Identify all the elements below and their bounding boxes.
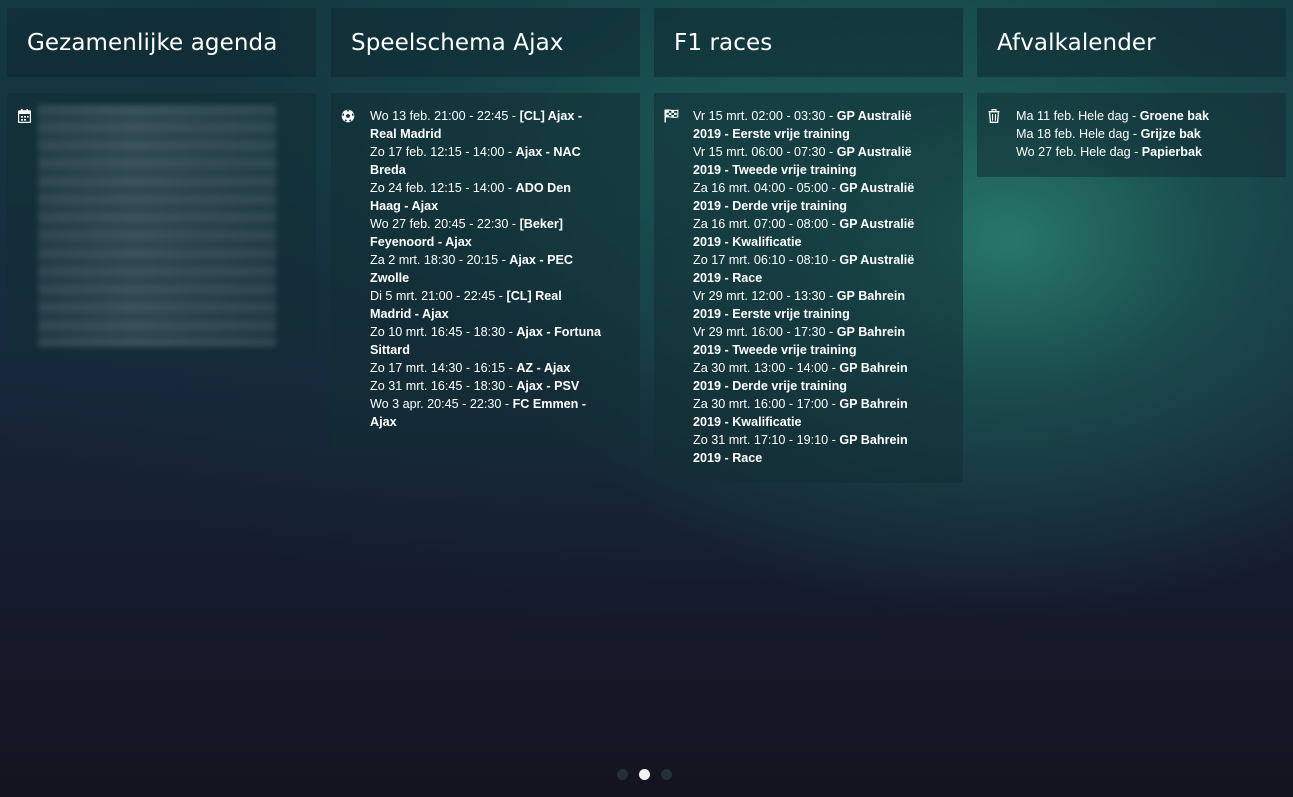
event-item: Wo 3 apr. 20:45 - 22:30 - FC Emmen - Aja… <box>370 395 602 431</box>
event-time: Za 16 mrt. 07:00 - 08:00 - <box>693 217 840 231</box>
event-time: Ma 11 feb. Hele dag - <box>1016 109 1140 123</box>
event-item: Za 16 mrt. 04:00 - 05:00 - GP Australië … <box>693 179 925 215</box>
event-list: Wo 13 feb. 21:00 - 22:45 - [CL] Ajax - R… <box>370 107 630 431</box>
page-dot[interactable] <box>661 769 672 780</box>
calendar-card <box>7 93 316 356</box>
page-dot[interactable] <box>617 769 628 780</box>
event-time: Vr 15 mrt. 02:00 - 03:30 - <box>693 109 837 123</box>
soccer-ball-icon <box>340 108 356 124</box>
event-time: Wo 27 feb. Hele dag - <box>1016 145 1142 159</box>
event-time: Zo 31 mrt. 17:10 - 19:10 - <box>693 433 840 447</box>
calendar-card: Wo 13 feb. 21:00 - 22:45 - [CL] Ajax - R… <box>331 93 640 447</box>
event-item: Za 16 mrt. 07:00 - 08:00 - GP Australië … <box>693 215 925 251</box>
event-item: Zo 17 mrt. 06:10 - 08:10 - GP Australië … <box>693 251 925 287</box>
event-item: Ma 11 feb. Hele dag - Groene bak <box>1016 107 1248 125</box>
event-item: Wo 27 feb. Hele dag - Papierbak <box>1016 143 1248 161</box>
event-time: Za 30 mrt. 16:00 - 17:00 - <box>693 397 840 411</box>
event-time: Vr 29 mrt. 12:00 - 13:30 - <box>693 289 837 303</box>
event-title: Grijze bak <box>1140 127 1201 141</box>
calendar-card: Vr 15 mrt. 02:00 - 03:30 - GP Australië … <box>654 93 963 483</box>
panel-title: Speelschema Ajax <box>351 29 564 56</box>
event-title: Ajax - PSV <box>516 379 580 393</box>
calendar-icon <box>16 108 32 124</box>
blurred-event-list <box>38 105 276 347</box>
event-item: Ma 18 feb. Hele dag - Grijze bak <box>1016 125 1248 143</box>
event-item: Vr 29 mrt. 12:00 - 13:30 - GP Bahrein 20… <box>693 287 925 323</box>
event-time: Wo 27 feb. 20:45 - 22:30 - <box>370 217 520 231</box>
checkered-flag-icon <box>663 108 679 124</box>
event-time: Wo 3 apr. 20:45 - 22:30 - <box>370 397 513 411</box>
panel-title: F1 races <box>674 29 773 56</box>
event-item: Vr 29 mrt. 16:00 - 17:30 - GP Bahrein 20… <box>693 323 925 359</box>
event-item: Vr 15 mrt. 06:00 - 07:30 - GP Australië … <box>693 143 925 179</box>
event-title: Groene bak <box>1139 109 1209 123</box>
event-time: Za 30 mrt. 13:00 - 14:00 - <box>693 361 840 375</box>
calendar-card: Ma 11 feb. Hele dag - Groene bak Ma 18 fe… <box>977 93 1286 177</box>
event-item: Zo 10 mrt. 16:45 - 18:30 - Ajax - Fortun… <box>370 323 602 359</box>
page-indicator <box>617 769 672 780</box>
event-item: Zo 24 feb. 12:15 - 14:00 - ADO Den Haag … <box>370 179 602 215</box>
event-time: Vr 29 mrt. 16:00 - 17:30 - <box>693 325 837 339</box>
page-dot[interactable] <box>639 769 650 780</box>
event-time: Zo 31 mrt. 16:45 - 18:30 - <box>370 379 517 393</box>
event-item: Vr 15 mrt. 02:00 - 03:30 - GP Australië … <box>693 107 925 143</box>
event-time: Za 16 mrt. 04:00 - 05:00 - <box>693 181 840 195</box>
event-item: Zo 31 mrt. 17:10 - 19:10 - GP Bahrein 20… <box>693 431 925 467</box>
event-time: Zo 10 mrt. 16:45 - 18:30 - <box>370 325 517 339</box>
panel-header: Speelschema Ajax <box>331 8 640 77</box>
event-item: Di 5 mrt. 21:00 - 22:45 - [CL] Real Madr… <box>370 287 602 323</box>
panel-title: Gezamenlijke agenda <box>27 29 278 56</box>
trash-icon <box>986 108 1002 124</box>
event-item: Zo 17 feb. 12:15 - 14:00 - Ajax - NAC Br… <box>370 143 602 179</box>
event-item: Zo 31 mrt. 16:45 - 18:30 - Ajax - PSV <box>370 377 602 395</box>
panel-header: F1 races <box>654 8 963 77</box>
panel-header: Afvalkalender <box>977 8 1286 77</box>
event-time: Za 2 mrt. 18:30 - 20:15 - <box>370 253 510 267</box>
event-title: Papierbak <box>1141 145 1202 159</box>
event-title: AZ - Ajax <box>516 361 571 375</box>
panel-title: Afvalkalender <box>997 29 1156 56</box>
event-time: Zo 24 feb. 12:15 - 14:00 - <box>370 181 516 195</box>
event-list: Vr 15 mrt. 02:00 - 03:30 - GP Australië … <box>693 107 953 467</box>
event-time: Zo 17 mrt. 14:30 - 16:15 - <box>370 361 517 375</box>
event-item: Za 30 mrt. 16:00 - 17:00 - GP Bahrein 20… <box>693 395 925 431</box>
event-time: Vr 15 mrt. 06:00 - 07:30 - <box>693 145 837 159</box>
event-time: Di 5 mrt. 21:00 - 22:45 - <box>370 289 507 303</box>
event-item: Zo 17 mrt. 14:30 - 16:15 - AZ - Ajax <box>370 359 602 377</box>
event-item: Za 2 mrt. 18:30 - 20:15 - Ajax - PEC Zwo… <box>370 251 602 287</box>
event-time: Zo 17 mrt. 06:10 - 08:10 - <box>693 253 840 267</box>
event-list: Ma 11 feb. Hele dag - Groene bak Ma 18 fe… <box>1016 107 1276 161</box>
event-item: Wo 13 feb. 21:00 - 22:45 - [CL] Ajax - R… <box>370 107 602 143</box>
event-time: Zo 17 feb. 12:15 - 14:00 - <box>370 145 516 159</box>
event-time: Wo 13 feb. 21:00 - 22:45 - <box>370 109 520 123</box>
event-item: Za 30 mrt. 13:00 - 14:00 - GP Bahrein 20… <box>693 359 925 395</box>
panel-header: Gezamenlijke agenda <box>7 8 316 77</box>
event-time: Ma 18 feb. Hele dag - <box>1016 127 1141 141</box>
event-item: Wo 27 feb. 20:45 - 22:30 - [Beker] Feyen… <box>370 215 602 251</box>
